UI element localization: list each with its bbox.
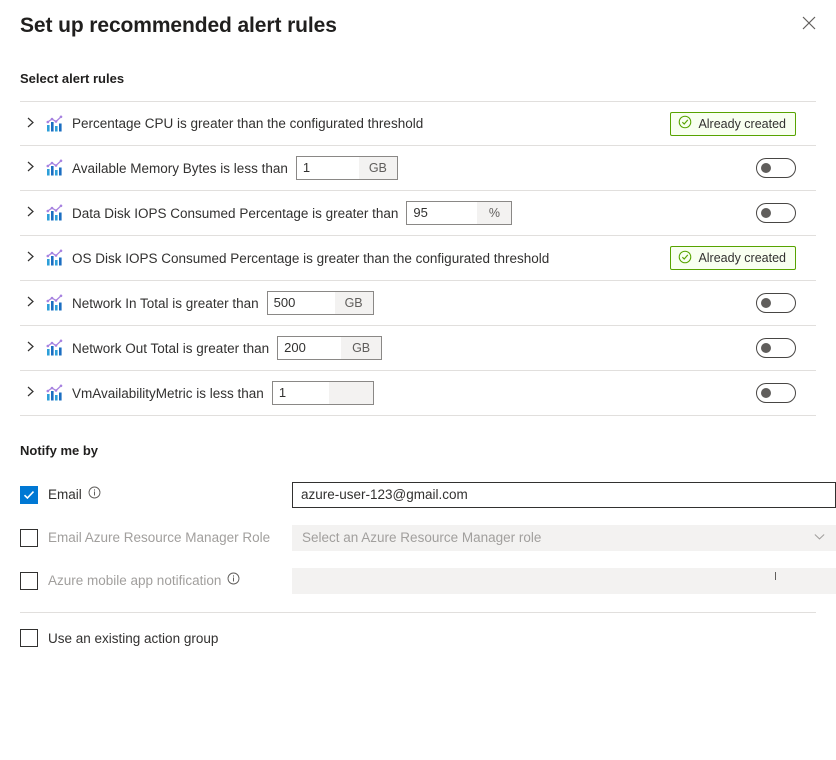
notify-checkbox[interactable] xyxy=(20,529,38,547)
arm-role-select[interactable]: Select an Azure Resource Manager role xyxy=(292,525,836,551)
threshold-field[interactable]: GB xyxy=(277,336,382,360)
threshold-unit: % xyxy=(477,202,511,224)
threshold-field[interactable]: GB xyxy=(296,156,398,180)
alert-rule-name: Data Disk IOPS Consumed Percentage is gr… xyxy=(72,206,398,221)
use-existing-action-group-row[interactable]: Use an existing action group xyxy=(20,628,218,648)
notify-option-row: Email Azure Resource Manager Role Select … xyxy=(0,516,836,559)
alert-rule-name: OS Disk IOPS Consumed Percentage is grea… xyxy=(72,251,549,266)
chevron-right-icon xyxy=(25,339,36,357)
alert-rule-name: Network In Total is greater than xyxy=(72,296,259,311)
chevron-right-icon xyxy=(25,204,36,222)
use-existing-action-group-label: Use an existing action group xyxy=(48,631,218,646)
threshold-unit: GB xyxy=(359,157,397,179)
enable-rule-toggle[interactable] xyxy=(756,383,796,403)
notify-option-label: Email Azure Resource Manager Role xyxy=(48,530,270,545)
close-icon xyxy=(802,16,816,30)
metric-chart-icon xyxy=(42,158,64,178)
chevron-right-icon xyxy=(25,294,36,312)
text-caret-mark xyxy=(775,572,776,580)
threshold-unit xyxy=(329,382,373,404)
threshold-input[interactable] xyxy=(297,157,359,179)
notify-options-list: Email Email Azure Resource Manager Role Se… xyxy=(0,473,836,602)
chevron-right-icon xyxy=(25,384,36,402)
alert-rule-row: Network Out Total is greater than GB xyxy=(20,326,816,371)
toggle-knob xyxy=(761,208,771,218)
expand-rule-chevron[interactable] xyxy=(20,281,42,325)
alert-rules-list: Percentage CPU is greater than the confi… xyxy=(20,101,816,416)
use-existing-action-group-checkbox[interactable] xyxy=(20,629,38,647)
notify-option-label: Azure mobile app notification xyxy=(48,573,221,588)
chevron-down-icon xyxy=(813,530,826,546)
toggle-knob xyxy=(761,343,771,353)
alert-rule-row: VmAvailabilityMetric is less than xyxy=(20,371,816,416)
expand-rule-chevron[interactable] xyxy=(20,102,42,145)
bottom-divider xyxy=(20,612,816,613)
alert-rule-row: Percentage CPU is greater than the confi… xyxy=(20,101,816,146)
expand-rule-chevron[interactable] xyxy=(20,146,42,190)
threshold-unit: GB xyxy=(335,292,373,314)
alert-rule-row: Available Memory Bytes is less than GB xyxy=(20,146,816,191)
close-button[interactable] xyxy=(794,8,824,38)
check-circle-icon xyxy=(678,250,692,267)
threshold-field[interactable]: % xyxy=(406,201,512,225)
enable-rule-toggle[interactable] xyxy=(756,293,796,313)
info-icon[interactable] xyxy=(227,572,240,590)
alert-rule-row: OS Disk IOPS Consumed Percentage is grea… xyxy=(20,236,816,281)
notify-me-by-heading: Notify me by xyxy=(0,443,118,458)
notify-option-row: Email xyxy=(0,473,836,516)
threshold-unit: GB xyxy=(341,337,381,359)
mobile-app-field xyxy=(292,568,836,594)
alert-rule-name: VmAvailabilityMetric is less than xyxy=(72,386,264,401)
already-created-badge: Already created xyxy=(670,112,796,136)
chevron-right-icon xyxy=(25,159,36,177)
already-created-badge: Already created xyxy=(670,246,796,270)
dialog-header: Set up recommended alert rules xyxy=(0,0,836,46)
metric-chart-icon xyxy=(42,114,64,134)
chevron-right-icon xyxy=(25,249,36,267)
threshold-input[interactable] xyxy=(273,382,329,404)
info-icon[interactable] xyxy=(88,486,101,504)
metric-chart-icon xyxy=(42,338,64,358)
already-created-label: Already created xyxy=(698,117,786,131)
page-title: Set up recommended alert rules xyxy=(20,6,816,41)
alert-rule-name: Percentage CPU is greater than the confi… xyxy=(72,116,423,131)
enable-rule-toggle[interactable] xyxy=(756,338,796,358)
check-circle-icon xyxy=(678,115,692,132)
expand-rule-chevron[interactable] xyxy=(20,371,42,415)
toggle-knob xyxy=(761,388,771,398)
threshold-field[interactable] xyxy=(272,381,374,405)
alert-rule-name: Available Memory Bytes is less than xyxy=(72,161,288,176)
metric-chart-icon xyxy=(42,383,64,403)
notify-checkbox[interactable] xyxy=(20,486,38,504)
expand-rule-chevron[interactable] xyxy=(20,236,42,280)
already-created-label: Already created xyxy=(698,251,786,265)
threshold-input[interactable] xyxy=(268,292,335,314)
toggle-knob xyxy=(761,163,771,173)
chevron-right-icon xyxy=(25,115,36,133)
expand-rule-chevron[interactable] xyxy=(20,326,42,370)
enable-rule-toggle[interactable] xyxy=(756,203,796,223)
threshold-input[interactable] xyxy=(278,337,341,359)
alert-rule-row: Network In Total is greater than GB xyxy=(20,281,816,326)
enable-rule-toggle[interactable] xyxy=(756,158,796,178)
toggle-knob xyxy=(761,298,771,308)
metric-chart-icon xyxy=(42,293,64,313)
threshold-field[interactable]: GB xyxy=(267,291,374,315)
select-alert-rules-heading: Select alert rules xyxy=(0,71,144,86)
threshold-input[interactable] xyxy=(407,202,477,224)
notify-option-label: Email xyxy=(48,487,82,502)
alert-rule-name: Network Out Total is greater than xyxy=(72,341,269,356)
expand-rule-chevron[interactable] xyxy=(20,191,42,235)
email-input[interactable] xyxy=(292,482,836,508)
alert-rule-row: Data Disk IOPS Consumed Percentage is gr… xyxy=(20,191,816,236)
notify-option-row: Azure mobile app notification xyxy=(0,559,836,602)
arm-role-placeholder: Select an Azure Resource Manager role xyxy=(302,530,541,545)
notify-checkbox[interactable] xyxy=(20,572,38,590)
metric-chart-icon xyxy=(42,248,64,268)
metric-chart-icon xyxy=(42,203,64,223)
